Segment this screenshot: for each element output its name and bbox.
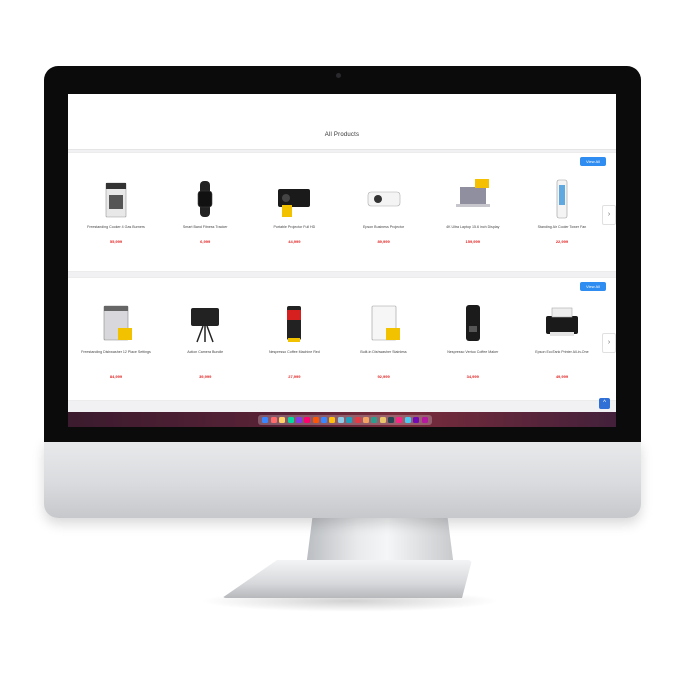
product-name[interactable]: Nespresso Coffee Machine Red	[256, 350, 332, 355]
product-card[interactable]: Nespresso Vertuo Coffee Maker 34,999	[431, 298, 515, 394]
product-card[interactable]: Built-in Dishwasher Stainless 92,999	[342, 298, 426, 394]
product-price: 44,999	[288, 239, 301, 244]
dock-app-icon[interactable]	[388, 417, 394, 423]
product-name[interactable]: Action Camera Bundle	[167, 350, 243, 355]
dock-app-icon[interactable]	[270, 417, 277, 423]
product-card[interactable]: Epson EcoTank Printer All-in-One 49,999	[520, 298, 604, 394]
product-name[interactable]: Nespresso Vertuo Coffee Maker	[435, 350, 511, 355]
dishwasher-white-icon[interactable]	[362, 302, 406, 346]
product-price: 27,999	[288, 374, 301, 379]
product-price: 39,999	[199, 374, 212, 379]
coffee-machine-red-icon[interactable]	[272, 302, 316, 346]
dock-app-icon[interactable]	[413, 417, 420, 423]
coffee-machine-black-icon[interactable]	[451, 302, 495, 346]
printer-icon[interactable]	[540, 302, 584, 346]
product-price: 159,999	[465, 239, 480, 244]
product-row: Freestanding Cooker 4 Gas Burners 55,999 S…	[74, 173, 604, 269]
dishwasher-icon[interactable]	[94, 302, 138, 346]
product-card[interactable]: Nespresso Coffee Machine Red 27,999	[252, 298, 336, 394]
product-card[interactable]: 4K Ultra Laptop 15.6 inch Display 159,999	[431, 173, 515, 269]
page-header: All Products	[68, 94, 616, 150]
dock-app-icon[interactable]	[404, 417, 411, 423]
dock-app-icon[interactable]	[346, 417, 353, 423]
webcam	[336, 73, 341, 78]
projector-icon[interactable]	[272, 177, 316, 221]
product-card[interactable]: Standing Air Cooler Tower Fan 22,999	[520, 173, 604, 269]
product-name[interactable]: Freestanding Dishwasher 12 Place Setting…	[78, 350, 154, 355]
product-name[interactable]: Epson EcoTank Printer All-in-One	[524, 350, 600, 355]
dock-app-icon[interactable]	[371, 417, 378, 423]
product-card[interactable]: Freestanding Cooker 4 Gas Burners 55,999	[74, 173, 158, 269]
dock-app-icon[interactable]	[279, 417, 286, 423]
monitor-stand-base	[222, 560, 472, 598]
product-row: Freestanding Dishwasher 12 Place Setting…	[74, 298, 604, 394]
dock-app-icon[interactable]	[337, 417, 344, 423]
dock-app-icon[interactable]	[295, 417, 302, 423]
camera-icon[interactable]	[183, 302, 227, 346]
projector-white-icon[interactable]	[362, 177, 406, 221]
dock-app-icon[interactable]	[312, 417, 319, 423]
product-name[interactable]: Portable Projector Full HD	[256, 225, 332, 230]
dock-app-icon[interactable]	[421, 417, 428, 423]
product-carousel-2: View All Freestanding Dishwasher 12 Plac…	[68, 277, 616, 401]
dock-app-icon[interactable]	[354, 417, 361, 423]
dock-app-icon[interactable]	[362, 417, 369, 423]
product-name[interactable]: Freestanding Cooker 4 Gas Burners	[78, 225, 154, 230]
dock	[258, 415, 432, 425]
product-card[interactable]: Smart Band Fitness Tracker 6,999	[163, 173, 247, 269]
monitor-chin	[44, 440, 641, 518]
product-price: 92,999	[377, 374, 390, 379]
product-carousel-1: View All Freestanding Cooker 4 Gas Burne…	[68, 152, 616, 272]
next-arrow-button[interactable]: ›	[602, 333, 616, 353]
dock-app-icon[interactable]	[379, 417, 386, 423]
product-price: 49,999	[555, 374, 569, 379]
next-arrow-button[interactable]: ›	[602, 205, 616, 225]
product-name[interactable]: Built-in Dishwasher Stainless	[346, 350, 422, 355]
product-price: 89,999	[377, 239, 390, 244]
dock-app-icon[interactable]	[262, 417, 269, 423]
product-price: 34,999	[466, 374, 479, 379]
product-price: 84,999	[109, 374, 123, 379]
screen: All Products View All Freestanding Cooke…	[68, 94, 616, 427]
view-all-button[interactable]: View All	[580, 282, 606, 291]
scroll-to-top-button[interactable]: ^	[599, 398, 610, 409]
page-title: All Products	[324, 132, 360, 138]
air-cooler-icon[interactable]	[540, 177, 584, 221]
product-name[interactable]: Epson Business Projector	[346, 225, 422, 230]
dock-app-icon[interactable]	[396, 417, 403, 423]
dock-app-icon[interactable]	[329, 417, 336, 423]
view-all-button[interactable]: View All	[580, 157, 606, 166]
dock-app-icon[interactable]	[321, 417, 327, 423]
product-card[interactable]: Freestanding Dishwasher 12 Place Setting…	[74, 298, 158, 394]
dock-app-icon[interactable]	[304, 417, 311, 423]
product-price: 22,999	[555, 239, 569, 244]
laptop-icon[interactable]	[451, 177, 495, 221]
smartwatch-icon[interactable]	[183, 177, 227, 221]
product-name[interactable]: 4K Ultra Laptop 15.6 inch Display	[435, 225, 511, 230]
product-card[interactable]: Epson Business Projector 89,999	[342, 173, 426, 269]
product-name[interactable]: Smart Band Fitness Tracker	[167, 225, 243, 230]
product-price: 6,999	[200, 239, 211, 244]
dock-app-icon[interactable]	[287, 417, 294, 423]
product-card[interactable]: Action Camera Bundle 39,999	[163, 298, 247, 394]
product-name[interactable]: Standing Air Cooler Tower Fan	[524, 225, 600, 230]
cooker-icon[interactable]	[94, 177, 138, 221]
product-price: 55,999	[109, 239, 123, 244]
product-card[interactable]: Portable Projector Full HD 44,999	[252, 173, 336, 269]
